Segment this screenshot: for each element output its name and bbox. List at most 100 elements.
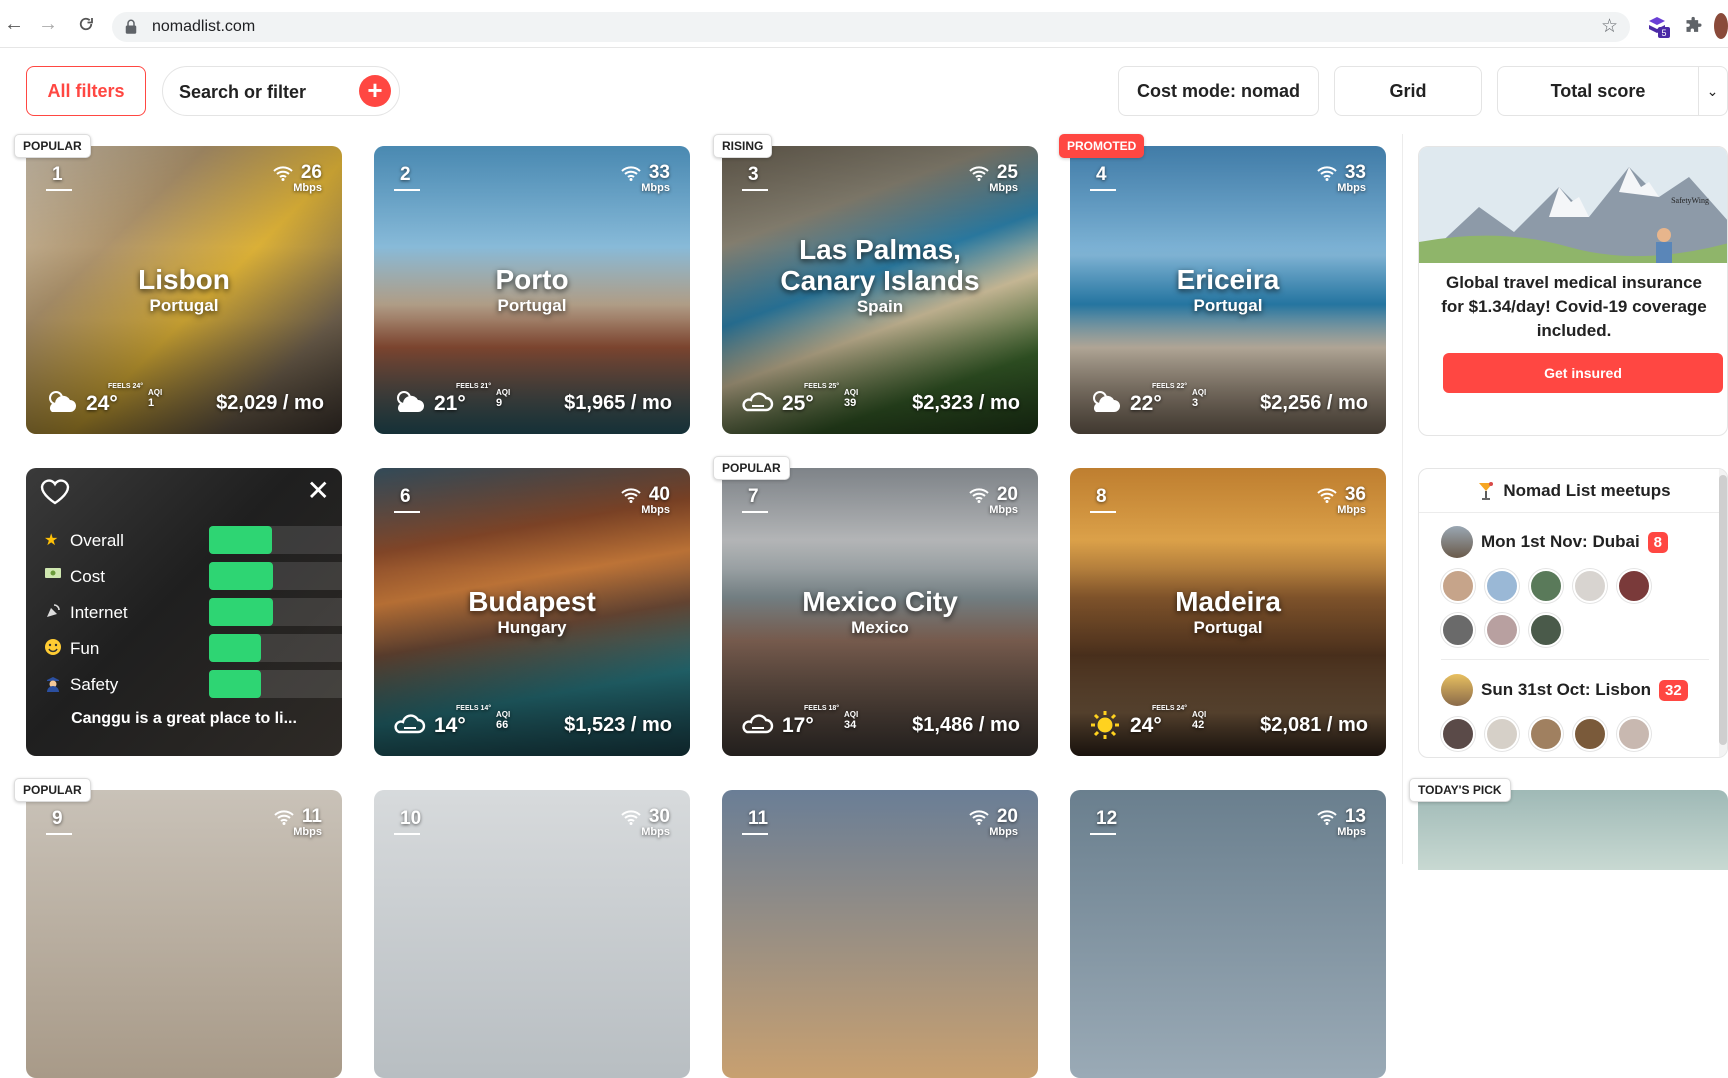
avatar[interactable] <box>1529 717 1563 751</box>
puzzle-icon[interactable] <box>1680 12 1708 40</box>
city-label: Las Palmas, Canary Islands Spain <box>722 234 1038 317</box>
cloud-icon <box>394 714 426 734</box>
back-arrow-icon[interactable]: ← <box>0 10 28 38</box>
ad-brand: SafetyWing <box>1671 196 1709 205</box>
meetups-header: Nomad List meetups <box>1419 469 1727 513</box>
city-tile-mexico-city[interactable]: 7 20 Mbps Mexico City Mexico FEELS 18° 1… <box>722 468 1038 756</box>
air-quality: AQI 3 <box>1192 388 1207 409</box>
filter-toolbar: All filters + Cost mode: nomad Grid Tota… <box>0 48 1728 134</box>
promoted-badge: PROMOTED <box>1059 134 1145 158</box>
city-name: Madeira <box>1175 586 1281 617</box>
forward-arrow-icon[interactable]: → <box>34 10 62 38</box>
police-icon <box>44 674 62 697</box>
score-row-fun: Fun <box>44 634 342 662</box>
city-name: Budapest <box>468 586 596 617</box>
avatar[interactable] <box>1485 569 1519 603</box>
country-name: Portugal <box>1193 296 1263 315</box>
internet-speed: 20 Mbps <box>969 806 1018 838</box>
internet-speed: 40 Mbps <box>621 484 670 516</box>
popular-badge: POPULAR <box>713 456 790 480</box>
country-name: Portugal <box>149 296 219 315</box>
monthly-cost: $2,081 / mo <box>1260 714 1368 736</box>
city-hover-card-canggu[interactable]: ✕ ★ Overall Cost Internet Fun Safety Can… <box>26 468 342 756</box>
avatar[interactable] <box>1485 613 1519 647</box>
feels-like: FEELS 14° <box>456 705 492 712</box>
avatar[interactable] <box>1441 569 1475 603</box>
city-tile-madeira[interactable]: 8 36 Mbps Madeira Portugal FEELS 24° 24°… <box>1070 468 1386 756</box>
score-row-safety: Safety <box>44 670 342 698</box>
all-filters-button[interactable]: All filters <box>26 66 146 116</box>
mountain-illustration: SafetyWing <box>1419 147 1727 263</box>
chevron-down-icon[interactable]: ⌄ <box>1698 66 1728 116</box>
city-tile-12[interactable]: 12 13 Mbps <box>1070 790 1386 1078</box>
meetups-scrollbar[interactable] <box>1719 469 1727 757</box>
wifi-icon <box>621 166 641 181</box>
city-tile-10[interactable]: 10 30 Mbps <box>374 790 690 1078</box>
heart-icon[interactable] <box>38 476 72 506</box>
score-row-overall: ★ Overall <box>44 526 342 554</box>
meetup-lisbon[interactable]: Sun 31st Oct: Lisbon 32 <box>1441 673 1688 707</box>
cost-mode-button[interactable]: Cost mode: nomad <box>1118 66 1319 116</box>
city-tile-porto[interactable]: 2 33 Mbps Porto Portugal FEELS 21° 21° A… <box>374 146 690 434</box>
feels-like: FEELS 21° <box>456 383 492 390</box>
city-tile-11[interactable]: 11 20 Mbps <box>722 790 1038 1078</box>
city-label: Mexico City Mexico <box>722 586 1038 638</box>
country-name: Portugal <box>1193 618 1263 637</box>
sort-select[interactable]: Total score <box>1497 66 1699 116</box>
internet-speed: 25 Mbps <box>969 162 1018 194</box>
lock-icon <box>125 19 137 34</box>
city-label: Porto Portugal <box>374 264 690 316</box>
city-tile-budapest[interactable]: 6 40 Mbps Budapest Hungary FEELS 14° 14°… <box>374 468 690 756</box>
city-tile-las-palmas[interactable]: 3 25 Mbps Las Palmas, Canary Islands Spa… <box>722 146 1038 434</box>
rank-number: 7 <box>742 486 768 513</box>
avatar[interactable] <box>1617 569 1651 603</box>
score-bar <box>209 562 274 590</box>
feels-like: FEELS 18° <box>804 705 840 712</box>
avatar[interactable] <box>1441 613 1475 647</box>
city-tile-9[interactable]: 9 11 Mbps <box>26 790 342 1078</box>
get-insured-button[interactable]: Get insured <box>1443 353 1723 393</box>
feels-like: FEELS 24° <box>1152 705 1188 712</box>
avatar[interactable] <box>1485 717 1519 751</box>
profile-avatar[interactable] <box>1714 12 1728 40</box>
attendee-count: 32 <box>1659 679 1688 701</box>
monthly-cost: $2,029 / mo <box>216 392 324 414</box>
city-tile-lisbon[interactable]: 1 26 Mbps Lisbon Portugal FEELS 24° 24° … <box>26 146 342 434</box>
avatar[interactable] <box>1441 717 1475 751</box>
score-row-cost: Cost <box>44 562 342 590</box>
search-input[interactable] <box>179 79 349 105</box>
address-bar[interactable]: nomadlist.com ☆ <box>112 12 1630 42</box>
meetup-dubai[interactable]: Mon 1st Nov: Dubai 8 <box>1441 525 1669 559</box>
monthly-cost: $1,523 / mo <box>564 714 672 736</box>
satellite-icon <box>44 602 62 625</box>
internet-speed: 33 Mbps <box>621 162 670 194</box>
avatar[interactable] <box>1529 569 1563 603</box>
monthly-cost: $1,965 / mo <box>564 392 672 414</box>
city-summary: Canggu is a great place to li... <box>71 710 297 727</box>
todays-pick-card[interactable] <box>1418 790 1728 870</box>
bookmark-star-icon[interactable]: ☆ <box>1601 15 1618 38</box>
air-quality: AQI 9 <box>496 388 511 409</box>
avatar[interactable] <box>1617 717 1651 751</box>
partly-cloudy-icon <box>49 391 76 412</box>
city-name: Las Palmas, Canary Islands <box>780 234 980 296</box>
partly-cloudy-icon <box>397 391 424 412</box>
view-mode-button[interactable]: Grid <box>1334 66 1482 116</box>
avatar[interactable] <box>1573 569 1607 603</box>
avatar[interactable] <box>1529 613 1563 647</box>
add-filter-icon[interactable]: + <box>359 75 391 107</box>
avatar[interactable] <box>1573 717 1607 751</box>
close-icon[interactable]: ✕ <box>307 474 330 507</box>
city-tile-ericeira[interactable]: 4 33 Mbps Ericeira Portugal FEELS 22° 22… <box>1070 146 1386 434</box>
internet-speed: 11 Mbps <box>274 806 322 838</box>
insurance-ad[interactable]: SafetyWing Global travel medical insuran… <box>1418 146 1728 436</box>
cloud-icon <box>742 714 774 734</box>
money-icon <box>44 566 62 585</box>
wifi-icon <box>1317 166 1337 181</box>
temperature: 22° <box>1130 392 1162 415</box>
country-name: Spain <box>856 297 904 316</box>
extension-icon[interactable]: 5 <box>1644 12 1672 40</box>
reload-icon[interactable] <box>72 10 100 38</box>
wifi-icon <box>273 166 293 181</box>
search-filter-box[interactable]: + <box>162 66 400 116</box>
